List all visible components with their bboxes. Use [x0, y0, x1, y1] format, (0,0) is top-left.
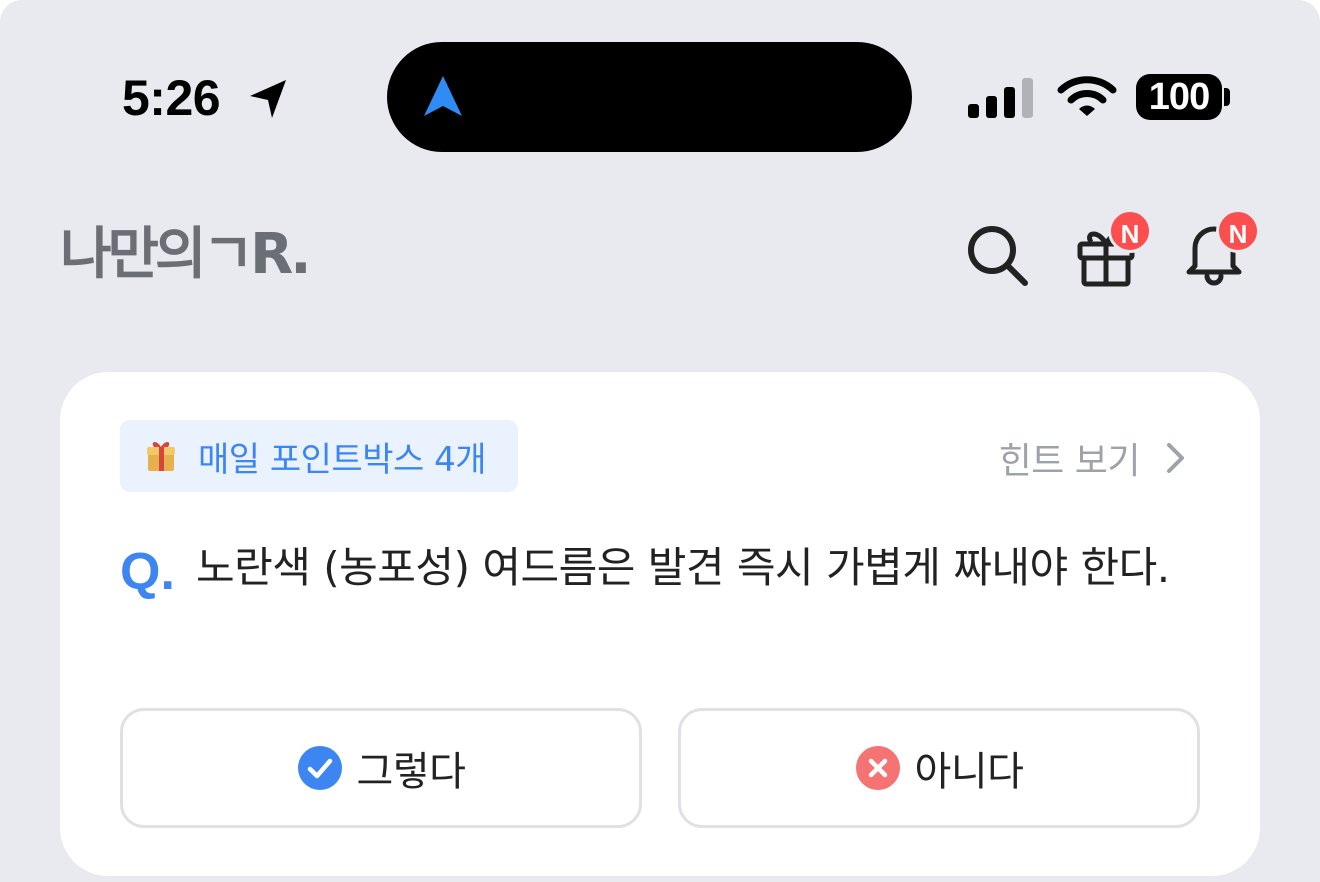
close-circle-icon — [855, 746, 900, 790]
points-chip-label: 매일 포인트박스 4개 — [198, 439, 487, 480]
no-button[interactable]: 아니다 — [678, 708, 1200, 828]
wifi-icon — [1057, 76, 1117, 116]
search-icon[interactable] — [964, 222, 1030, 288]
chevron-right-icon — [1167, 443, 1184, 473]
yes-label: 그렇다 — [356, 749, 466, 795]
quiz-card: 매일 포인트박스 4개 힌트 보기 Q. 노란색 (농포성) 여드름은 발견 즉… — [60, 372, 1260, 876]
cellular-signal-icon — [968, 78, 1033, 118]
app-screen: 5:26 100 나만의ㄱR. N N 매일 포인트박스 4개 힌트 보기 Q.… — [0, 0, 1320, 882]
points-chip[interactable]: 매일 포인트박스 4개 — [120, 420, 518, 492]
battery-cap — [1224, 88, 1230, 106]
navigation-icon — [424, 76, 462, 116]
question-text: 노란색 (농포성) 여드름은 발견 즉시 가볍게 짜내야 한다. — [196, 543, 1170, 592]
hint-label: 힌트 보기 — [998, 441, 1141, 482]
gift-box-icon — [147, 442, 175, 471]
gift-badge: N — [1108, 209, 1152, 253]
hint-link[interactable]: 힌트 보기 — [999, 432, 1188, 484]
location-arrow-icon — [250, 80, 286, 118]
check-circle-icon — [297, 746, 342, 790]
battery-icon: 100 — [1136, 74, 1222, 120]
yes-button[interactable]: 그렇다 — [120, 708, 642, 828]
no-label: 아니다 — [914, 749, 1024, 795]
bell-badge: N — [1216, 209, 1260, 253]
app-logo[interactable]: 나만의ㄱR. — [60, 222, 312, 288]
status-time: 5:26 — [122, 70, 221, 126]
question-marker: Q. — [120, 543, 175, 601]
dynamic-island — [387, 42, 912, 152]
